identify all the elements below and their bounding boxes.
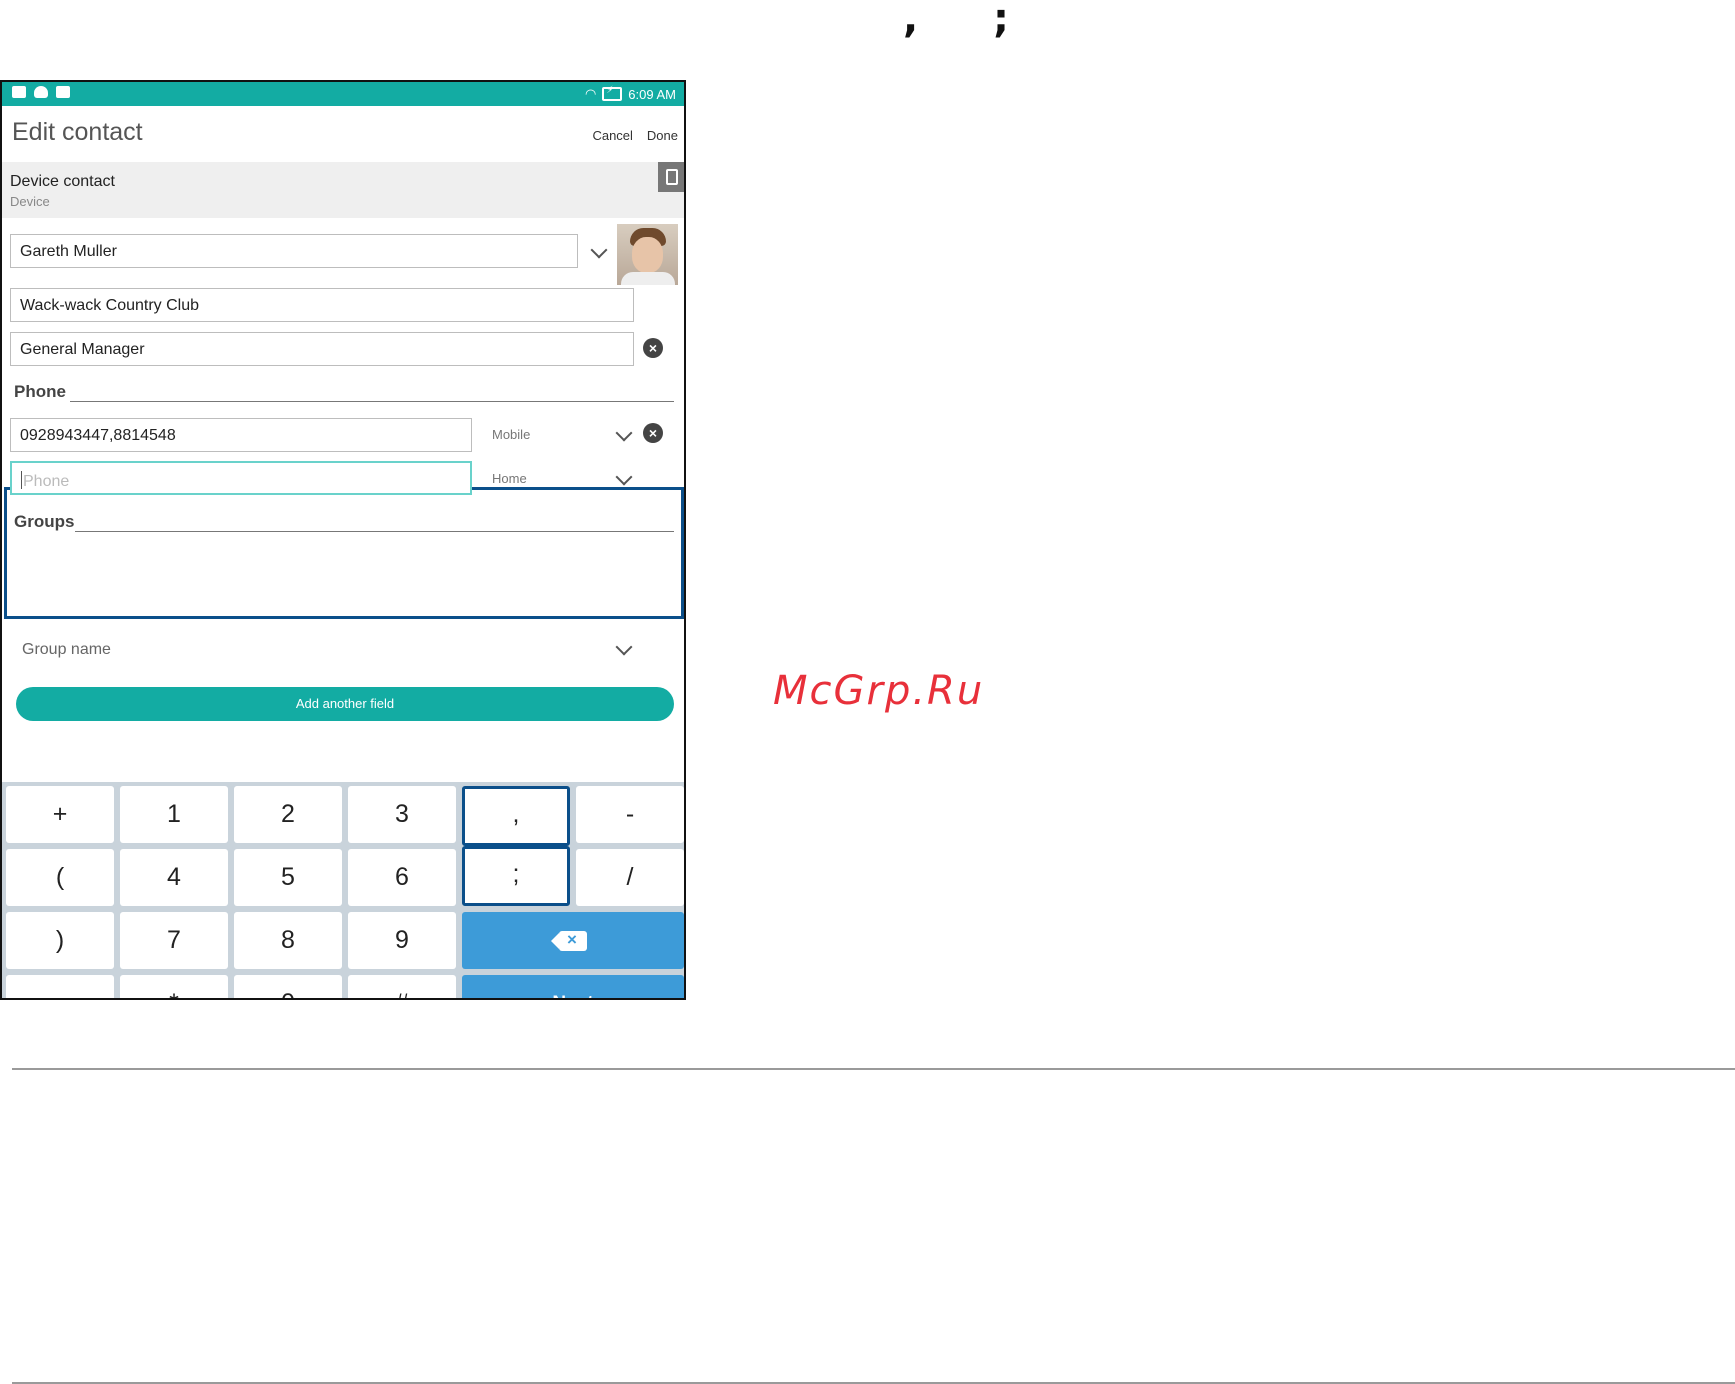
chevron-down-icon[interactable] — [615, 638, 633, 656]
key-3[interactable]: 3 — [348, 786, 456, 843]
add-another-field-button[interactable]: Add another field — [16, 687, 674, 721]
clear-phone-icon[interactable]: × — [643, 423, 663, 443]
group-name-dropdown[interactable]: Group name — [22, 641, 111, 659]
backspace-icon: × — [551, 930, 587, 951]
key-period[interactable]: . — [6, 975, 114, 998]
app-bar: Edit contact Cancel Done — [2, 106, 684, 162]
watermark: McGrp.Ru — [773, 668, 985, 714]
phone-highlight-box — [4, 487, 684, 619]
key-slash[interactable]: / — [576, 849, 684, 906]
cancel-button[interactable]: Cancel — [592, 128, 632, 143]
phone-section-label: Phone — [14, 382, 66, 401]
key-close-paren[interactable]: ) — [6, 912, 114, 969]
clear-title-icon[interactable]: × — [643, 338, 663, 358]
backspace-key[interactable]: × — [462, 912, 684, 969]
chevron-down-icon[interactable] — [615, 468, 633, 486]
key-comma[interactable]: , — [462, 786, 570, 846]
key-asterisk[interactable]: * — [120, 975, 228, 998]
key-8[interactable]: 8 — [234, 912, 342, 969]
phone-number-field[interactable]: 0928943447,8814548 — [10, 418, 472, 452]
image-icon — [12, 86, 26, 98]
key-semicolon[interactable]: ; — [462, 846, 570, 906]
status-bar: ◠ 6:09 AM — [2, 82, 684, 106]
key-plus[interactable]: + — [6, 786, 114, 843]
phone-type-home[interactable]: Home — [492, 471, 527, 486]
comma-glyph: , — [903, 0, 919, 42]
next-key[interactable]: Next — [462, 975, 684, 998]
account-row[interactable]: Device contact Device — [2, 162, 684, 218]
key-open-paren[interactable]: ( — [6, 849, 114, 906]
groups-section-divider — [75, 531, 674, 532]
account-name: Device contact — [10, 173, 115, 190]
phone-input-focused[interactable]: Phone — [10, 461, 472, 495]
avatar[interactable] — [617, 224, 678, 285]
page-title: Edit contact — [12, 118, 143, 146]
chevron-down-icon[interactable] — [590, 241, 608, 259]
wifi-icon: ◠ — [584, 86, 597, 101]
cloud-upload-icon — [34, 86, 48, 98]
key-hash[interactable]: # — [348, 975, 456, 998]
status-time: 6:09 AM — [628, 86, 676, 102]
page-divider-top — [12, 1068, 1735, 1070]
key-5[interactable]: 5 — [234, 849, 342, 906]
key-9[interactable]: 9 — [348, 912, 456, 969]
account-type: Device — [10, 194, 50, 209]
key-minus[interactable]: - — [576, 786, 684, 843]
done-button[interactable]: Done — [647, 128, 678, 143]
phone-section-divider — [70, 401, 674, 402]
key-6[interactable]: 6 — [348, 849, 456, 906]
key-1[interactable]: 1 — [120, 786, 228, 843]
numeric-keypad: + 1 2 3 , - ( 4 5 6 ; / ) 7 8 9 × . * 0 … — [2, 782, 684, 998]
chevron-down-icon[interactable] — [615, 424, 633, 442]
text-caret — [21, 471, 22, 489]
phone-device-icon — [658, 162, 684, 192]
key-4[interactable]: 4 — [120, 849, 228, 906]
job-title-field[interactable]: General Manager — [10, 332, 634, 366]
device-screen: ◠ 6:09 AM Edit contact Cancel Done Devic… — [0, 80, 686, 1000]
phone-placeholder: Phone — [23, 473, 70, 490]
battery-charging-icon — [602, 85, 623, 101]
groups-section-label: Groups — [14, 512, 75, 531]
name-field[interactable]: Gareth Muller — [10, 234, 578, 268]
key-2[interactable]: 2 — [234, 786, 342, 843]
phone-type-mobile[interactable]: Mobile — [492, 427, 530, 442]
key-0[interactable]: 0 — [234, 975, 342, 998]
key-7[interactable]: 7 — [120, 912, 228, 969]
semicolon-glyph: ; — [993, 0, 1009, 42]
company-field[interactable]: Wack-wack Country Club — [10, 288, 634, 322]
mail-icon — [56, 86, 70, 98]
